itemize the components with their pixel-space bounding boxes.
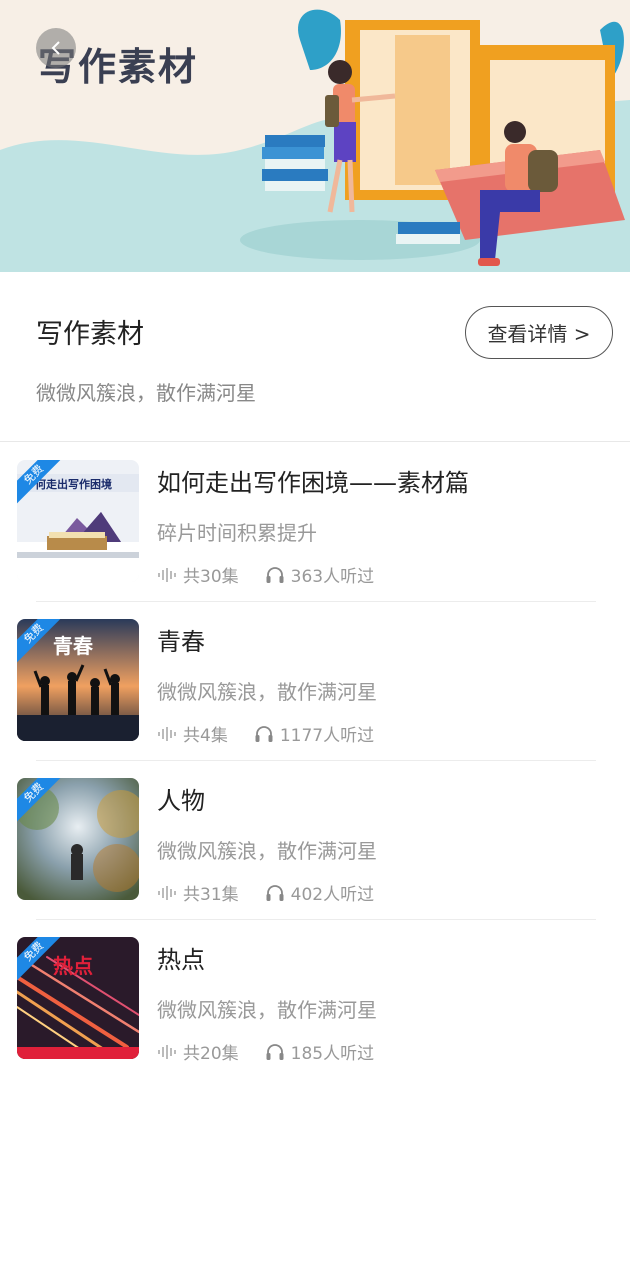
item-meta: 共20集 185人听过 <box>157 1039 374 1064</box>
header-banner: 写作素材 <box>0 0 630 272</box>
item-title: 如何走出写作困境——素材篇 <box>157 469 469 497</box>
episode-count: 共30集 <box>183 567 239 587</box>
item-title: 热点 <box>157 946 205 974</box>
list-item[interactable]: 青春 免费 青春 微微风簇浪，散作满河星 共4集 1177人听过 <box>0 602 630 761</box>
audio-wave-icon <box>158 885 176 900</box>
listener-count: 363人听过 <box>290 567 375 587</box>
headphones-icon <box>255 725 273 742</box>
headphones-icon <box>266 1043 284 1060</box>
listener-count: 1177人听过 <box>279 726 375 746</box>
thumbnail-caption: 青春 <box>53 634 94 658</box>
item-subtitle: 微微风簇浪，散作满河星 <box>157 839 377 863</box>
item-title: 青春 <box>157 628 205 656</box>
episode-count: 共31集 <box>183 885 239 905</box>
item-meta: 共4集 1177人听过 <box>157 721 374 746</box>
course-list: 何走出写作困境 免费 如何走出写作困境——素材篇 碎片时间积累提升 共30集 3… <box>0 443 630 1079</box>
album-title: 写作素材 <box>36 319 144 350</box>
audio-wave-icon <box>158 1044 176 1059</box>
episode-count: 共4集 <box>183 726 228 746</box>
back-button[interactable] <box>36 28 76 68</box>
album-info: 写作素材 查看详情 > 微微风簇浪，散作满河星 <box>0 272 630 442</box>
album-description: 微微风簇浪，散作满河星 <box>36 381 256 405</box>
audio-wave-icon <box>158 567 176 582</box>
listener-count: 402人听过 <box>290 885 375 905</box>
item-subtitle: 碎片时间积累提升 <box>157 521 317 545</box>
thumbnail: 免费 <box>17 778 139 900</box>
thumbnail: 热点 免费 <box>17 937 139 1059</box>
thumbnail-caption: 热点 <box>53 954 93 978</box>
item-meta: 共30集 363人听过 <box>157 562 374 587</box>
thumbnail: 青春 免费 <box>17 619 139 741</box>
list-item[interactable]: 热点 免费 热点 微微风簇浪，散作满河星 共20集 185人听过 <box>0 920 630 1079</box>
item-subtitle: 微微风簇浪，散作满河星 <box>157 680 377 704</box>
item-subtitle: 微微风簇浪，散作满河星 <box>157 998 377 1022</box>
audio-wave-icon <box>158 726 176 741</box>
episode-count: 共20集 <box>183 1044 239 1064</box>
list-item[interactable]: 何走出写作困境 免费 如何走出写作困境——素材篇 碎片时间积累提升 共30集 3… <box>0 443 630 602</box>
listener-count: 185人听过 <box>290 1044 375 1064</box>
headphones-icon <box>266 884 284 901</box>
item-title: 人物 <box>157 787 205 815</box>
view-details-button[interactable]: 查看详情 > <box>465 306 613 359</box>
thumbnail: 何走出写作困境 免费 <box>17 460 139 582</box>
list-item[interactable]: 免费 人物 微微风簇浪，散作满河星 共31集 402人听过 <box>0 761 630 920</box>
item-meta: 共31集 402人听过 <box>157 880 374 905</box>
chevron-left-icon <box>51 41 60 55</box>
thumbnail-caption: 何走出写作困境 <box>35 477 112 491</box>
headphones-icon <box>266 566 284 583</box>
